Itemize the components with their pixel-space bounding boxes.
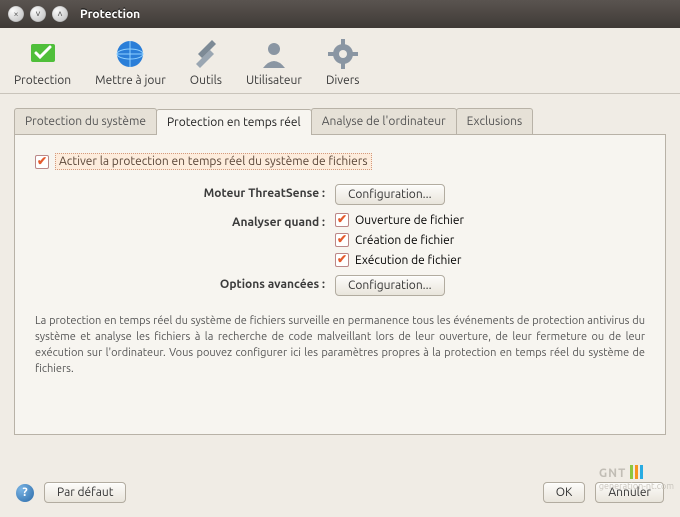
toolbar-misc[interactable]: Divers <box>326 38 360 87</box>
tab-computer-scan[interactable]: Analyse de l'ordinateur <box>311 108 457 134</box>
scan-on-open-checkbox[interactable]: ✔ <box>335 213 349 227</box>
tab-exclusions[interactable]: Exclusions <box>456 108 534 134</box>
scan-when-label: Analyser quand : <box>35 213 335 229</box>
threatsense-engine-label: Moteur ThreatSense : <box>35 184 335 200</box>
tabstrip: Protection du système Protection en temp… <box>14 108 666 135</box>
cancel-button[interactable]: Annuler <box>595 482 664 503</box>
toolbar-label: Protection <box>14 74 71 87</box>
toolbar-label: Outils <box>190 74 222 87</box>
user-icon <box>258 38 290 70</box>
scan-on-open-label: Ouverture de fichier <box>355 214 464 227</box>
ok-button[interactable]: OK <box>543 482 586 503</box>
help-icon[interactable]: ? <box>16 484 34 502</box>
toolbar-tools[interactable]: Outils <box>190 38 222 87</box>
toolbar-update[interactable]: Mettre à jour <box>95 38 166 87</box>
toolbar-user[interactable]: Utilisateur <box>246 38 302 87</box>
toolbar: Protection Mettre à jour Outils Utilisat… <box>0 28 680 94</box>
toolbar-label: Divers <box>326 74 360 87</box>
tools-icon <box>190 38 222 70</box>
scan-on-execute-label: Exécution de fichier <box>355 254 461 267</box>
enable-realtime-label: Activer la protection en temps réel du s… <box>55 153 372 170</box>
minimize-icon[interactable]: ˅ <box>30 6 46 22</box>
toolbar-label: Mettre à jour <box>95 74 166 87</box>
scan-on-execute-checkbox[interactable]: ✔ <box>335 253 349 267</box>
tab-pane: ✔ Activer la protection en temps réel du… <box>14 135 666 435</box>
advanced-options-label: Options avancées : <box>35 275 335 291</box>
tab-realtime-protection[interactable]: Protection en temps réel <box>156 109 312 135</box>
gear-icon <box>327 38 359 70</box>
enable-realtime-checkbox[interactable]: ✔ <box>35 155 49 169</box>
maximize-icon[interactable]: ˄ <box>52 6 68 22</box>
toolbar-label: Utilisateur <box>246 74 302 87</box>
toolbar-protection[interactable]: Protection <box>14 38 71 87</box>
window-title: Protection <box>80 8 140 21</box>
threatsense-config-button[interactable]: Configuration... <box>335 184 445 205</box>
advanced-config-button[interactable]: Configuration... <box>335 275 445 296</box>
close-icon[interactable]: × <box>8 6 24 22</box>
scan-on-create-checkbox[interactable]: ✔ <box>335 233 349 247</box>
description-text: La protection en temps réel du système d… <box>35 314 645 378</box>
footer: ? Par défaut OK Annuler <box>0 472 680 517</box>
scan-on-create-label: Création de fichier <box>355 234 454 247</box>
titlebar: × ˅ ˄ Protection <box>0 0 680 28</box>
default-button[interactable]: Par défaut <box>44 482 126 503</box>
shield-check-icon <box>27 38 59 70</box>
globe-icon <box>114 38 146 70</box>
tab-system-protection[interactable]: Protection du système <box>14 108 157 134</box>
